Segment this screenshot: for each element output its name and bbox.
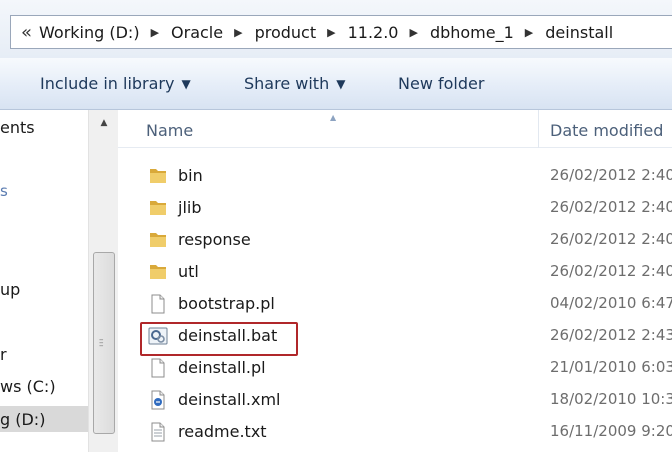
nav-item-computer[interactable]: r xyxy=(0,345,7,364)
file-date: 26/02/2012 2:40 xyxy=(550,230,672,248)
include-in-library-label: Include in library xyxy=(40,74,175,93)
file-row-response[interactable]: response 26/02/2012 2:40 xyxy=(118,224,672,256)
breadcrumb-arrow-icon[interactable]: ▶ xyxy=(409,26,417,39)
column-divider[interactable] xyxy=(538,110,539,148)
breadcrumb-arrow-icon[interactable]: ▶ xyxy=(151,26,159,39)
folder-icon xyxy=(150,169,166,183)
file-name: jlib xyxy=(178,198,202,217)
breadcrumb-arrow-icon[interactable]: ▶ xyxy=(327,26,335,39)
scroll-up-arrow-icon[interactable]: ▲ xyxy=(89,110,119,136)
file-name: deinstall.pl xyxy=(178,358,266,377)
column-header-date-modified[interactable]: Date modified xyxy=(550,121,663,140)
new-folder-label: New folder xyxy=(398,74,485,93)
file-name: response xyxy=(178,230,251,249)
column-header-row: ▲ Name Date modified xyxy=(118,110,672,148)
scrollbar-thumb[interactable]: – – – xyxy=(93,252,115,434)
share-with-button[interactable]: Share with ▼ xyxy=(244,74,345,93)
file-date: 26/02/2012 2:40 xyxy=(550,262,672,280)
file-date: 21/01/2010 6:03 xyxy=(550,358,672,376)
file-icon xyxy=(151,294,165,314)
breadcrumb-arrow-icon[interactable]: ▶ xyxy=(525,26,533,39)
file-name: bin xyxy=(178,166,203,185)
address-bar[interactable]: « Working (D:) ▶ Oracle ▶ product ▶ 11.2… xyxy=(10,15,672,49)
folder-icon xyxy=(150,265,166,279)
file-icon xyxy=(151,358,165,378)
file-date: 04/02/2010 6:47 xyxy=(550,294,672,312)
breadcrumb-deinstall[interactable]: deinstall xyxy=(543,23,615,42)
breadcrumb-dbhome[interactable]: dbhome_1 xyxy=(428,23,516,42)
file-date: 26/02/2012 2:40 xyxy=(550,166,672,184)
folder-icon xyxy=(150,201,166,215)
file-row-readme-txt[interactable]: readme.txt 16/11/2009 9:20 xyxy=(118,416,672,448)
grip-icon: – – – xyxy=(99,335,104,351)
file-date: 18/02/2010 10:3 xyxy=(550,390,672,408)
xml-file-icon xyxy=(151,390,165,410)
file-name: deinstall.xml xyxy=(178,390,281,409)
file-row-bin[interactable]: bin 26/02/2012 2:40 xyxy=(118,160,672,192)
annotation-highlight-box xyxy=(140,322,298,356)
nav-item-drive-c[interactable]: ws (C:) xyxy=(0,377,56,396)
file-row-deinstall-pl[interactable]: deinstall.pl 21/01/2010 6:03 xyxy=(118,352,672,384)
breadcrumb-working-d[interactable]: Working (D:) xyxy=(37,23,142,42)
chevron-down-icon: ▼ xyxy=(181,76,191,91)
breadcrumb-overflow-icon[interactable]: « xyxy=(21,22,32,43)
file-date: 16/11/2009 9:20 xyxy=(550,422,672,440)
file-row-bootstrap-pl[interactable]: bootstrap.pl 04/02/2010 6:47 xyxy=(118,288,672,320)
file-row-jlib[interactable]: jlib 26/02/2012 2:40 xyxy=(118,192,672,224)
share-with-label: Share with xyxy=(244,74,330,93)
file-row-deinstall-xml[interactable]: deinstall.xml 18/02/2010 10:3 xyxy=(118,384,672,416)
file-list: ▲ Name Date modified bin 26/02/2012 2:40… xyxy=(118,110,672,452)
include-in-library-button[interactable]: Include in library ▼ xyxy=(40,74,191,93)
column-header-name[interactable]: Name xyxy=(146,121,193,140)
nav-item-backup[interactable]: up xyxy=(0,280,20,299)
breadcrumb-oracle[interactable]: Oracle xyxy=(169,23,225,42)
nav-scrollbar[interactable]: ▲ – – – xyxy=(88,110,118,452)
file-name: bootstrap.pl xyxy=(178,294,275,313)
address-bar-area: « Working (D:) ▶ Oracle ▶ product ▶ 11.2… xyxy=(0,0,672,58)
nav-item-drive-d[interactable]: g (D:) xyxy=(0,410,45,429)
chevron-down-icon: ▼ xyxy=(336,76,346,91)
nav-item-partial[interactable]: s xyxy=(0,182,8,200)
breadcrumb-version[interactable]: 11.2.0 xyxy=(346,23,401,42)
breadcrumb-product[interactable]: product xyxy=(253,23,319,42)
folder-icon xyxy=(150,233,166,247)
new-folder-button[interactable]: New folder xyxy=(398,74,484,93)
sort-ascending-icon: ▲ xyxy=(330,113,337,122)
text-file-icon xyxy=(151,422,165,442)
file-row-utl[interactable]: utl 26/02/2012 2:40 xyxy=(118,256,672,288)
file-name: readme.txt xyxy=(178,422,267,441)
command-toolbar: Include in library ▼ Share with ▼ New fo… xyxy=(0,58,672,110)
breadcrumb-arrow-icon[interactable]: ▶ xyxy=(234,26,242,39)
file-date: 26/02/2012 2:43 xyxy=(550,326,672,344)
file-name: utl xyxy=(178,262,199,281)
navigation-pane: ents s up r ws (C:) g (D:) ▲ – – – xyxy=(0,110,118,452)
nav-item-documents[interactable]: ents xyxy=(0,118,35,137)
file-date: 26/02/2012 2:40 xyxy=(550,198,672,216)
